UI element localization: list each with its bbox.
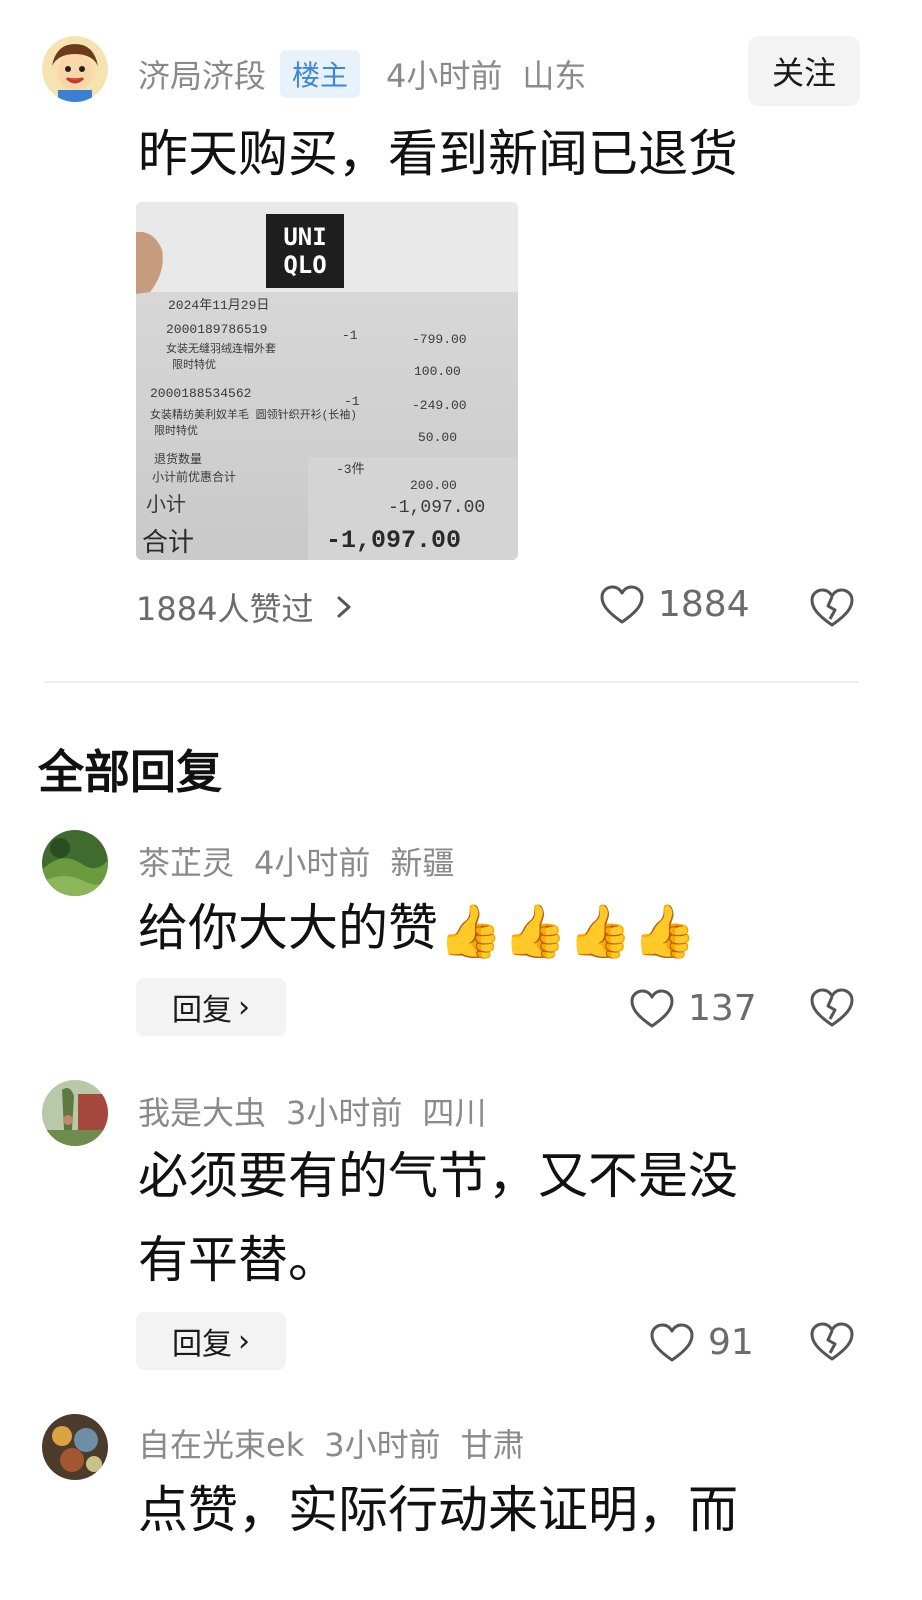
post-like-button[interactable]: 1884	[600, 584, 750, 625]
heart-outline-icon	[630, 989, 674, 1027]
thumbs-up-emoji: 👍	[632, 901, 697, 962]
post-time: 4小时前	[386, 57, 503, 95]
chevron-right-icon: ›	[238, 989, 250, 1025]
bottom-fade	[0, 1540, 922, 1600]
post-author-avatar[interactable]	[42, 36, 108, 102]
broken-heart-icon[interactable]	[810, 588, 854, 628]
reply-like-count: 137	[688, 988, 757, 1029]
reply-button[interactable]: 回复 ›	[136, 1312, 286, 1370]
reply-text-line-2: 有平替。	[138, 1231, 338, 1289]
thumbs-up-emoji: 👍	[438, 901, 503, 962]
reply-avatar[interactable]	[42, 830, 108, 896]
post-author-name[interactable]: 济局济段	[138, 51, 266, 97]
receipt-photo[interactable]: UNI QLO 2024年11月29日 2000189786519 -1 -79…	[136, 202, 518, 560]
post-text: 昨天购买，看到新闻已退货	[138, 125, 738, 183]
post-meta: 济局济段 楼主 4小时前 山东	[138, 50, 586, 98]
broken-heart-icon[interactable]	[810, 1322, 854, 1362]
reply-like-button[interactable]: 91	[650, 1322, 754, 1363]
reply-button[interactable]: 回复 ›	[136, 978, 286, 1036]
thumbs-up-emoji: 👍	[567, 901, 633, 962]
receipt-text: 2024年11月29日 2000189786519 -1 -799.00 女装无…	[142, 298, 486, 558]
thumbs-up-emoji: 👍	[502, 901, 568, 962]
post-like-count: 1884	[658, 584, 750, 625]
op-badge: 楼主	[280, 50, 361, 98]
heart-outline-icon	[650, 1323, 694, 1361]
reply-avatar[interactable]	[42, 1080, 108, 1146]
reply-like-button[interactable]: 137	[630, 988, 757, 1029]
reply-text: 给你大大的赞👍👍👍👍	[138, 899, 697, 962]
post-location: 山东	[522, 57, 587, 95]
section-title: 全部回复	[38, 745, 222, 799]
heart-outline-icon	[600, 585, 644, 623]
chevron-right-icon	[337, 596, 351, 618]
reply-like-count: 91	[708, 1322, 754, 1363]
chevron-right-icon: ›	[238, 1323, 250, 1359]
follow-button[interactable]: 关注	[748, 36, 860, 106]
likes-summary-link[interactable]: 1884人赞过	[136, 584, 357, 630]
broken-heart-icon[interactable]	[810, 988, 854, 1028]
section-divider	[44, 681, 858, 683]
reply-avatar[interactable]	[42, 1414, 108, 1480]
